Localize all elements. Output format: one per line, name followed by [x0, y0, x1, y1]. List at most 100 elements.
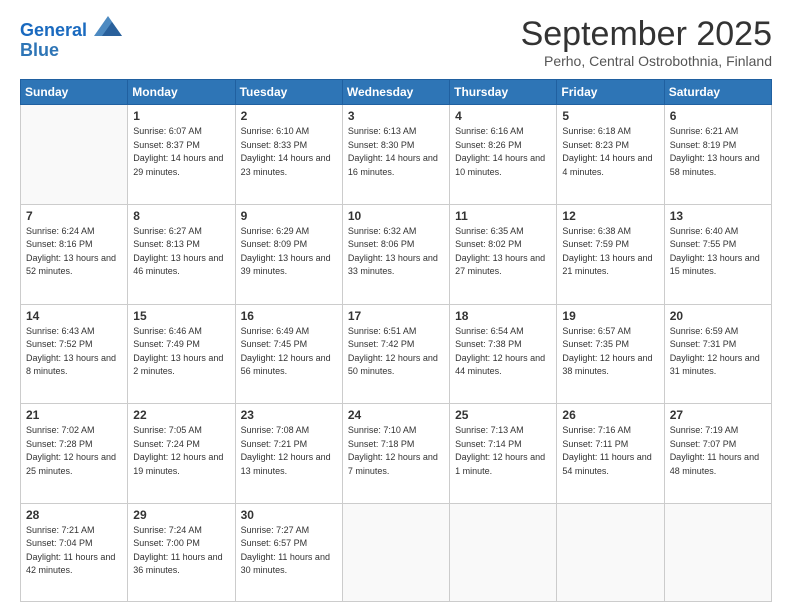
day-number: 28: [26, 508, 122, 522]
table-row: 14 Sunrise: 6:43 AM Sunset: 7:52 PM Dayli…: [21, 304, 128, 404]
logo-text: General: [20, 20, 122, 41]
table-row: 13 Sunrise: 6:40 AM Sunset: 7:55 PM Dayli…: [664, 204, 771, 304]
table-row: 20 Sunrise: 6:59 AM Sunset: 7:31 PM Dayli…: [664, 304, 771, 404]
table-row: 16 Sunrise: 6:49 AM Sunset: 7:45 PM Dayli…: [235, 304, 342, 404]
table-row: 4 Sunrise: 6:16 AM Sunset: 8:26 PM Daylig…: [450, 105, 557, 205]
day-info: Sunrise: 6:51 AM Sunset: 7:42 PM Dayligh…: [348, 325, 444, 379]
table-row: 8 Sunrise: 6:27 AM Sunset: 8:13 PM Daylig…: [128, 204, 235, 304]
logo-icon: [94, 16, 122, 36]
day-info: Sunrise: 7:05 AM Sunset: 7:24 PM Dayligh…: [133, 424, 229, 478]
table-row: 10 Sunrise: 6:32 AM Sunset: 8:06 PM Dayli…: [342, 204, 449, 304]
day-number: 21: [26, 408, 122, 422]
day-info: Sunrise: 6:59 AM Sunset: 7:31 PM Dayligh…: [670, 325, 766, 379]
table-row: 17 Sunrise: 6:51 AM Sunset: 7:42 PM Dayli…: [342, 304, 449, 404]
day-number: 16: [241, 309, 337, 323]
day-info: Sunrise: 6:18 AM Sunset: 8:23 PM Dayligh…: [562, 125, 658, 179]
day-info: Sunrise: 6:38 AM Sunset: 7:59 PM Dayligh…: [562, 225, 658, 279]
day-info: Sunrise: 6:16 AM Sunset: 8:26 PM Dayligh…: [455, 125, 551, 179]
table-row: 15Sunrise: 6:46 AM Sunset: 7:49 PM Dayli…: [128, 304, 235, 404]
day-number: 20: [670, 309, 766, 323]
day-info: Sunrise: 6:49 AM Sunset: 7:45 PM Dayligh…: [241, 325, 337, 379]
day-number: 4: [455, 109, 551, 123]
calendar-table: Sunday Monday Tuesday Wednesday Thursday…: [20, 79, 772, 602]
day-info: Sunrise: 6:27 AM Sunset: 8:13 PM Dayligh…: [133, 225, 229, 279]
col-tuesday: Tuesday: [235, 80, 342, 105]
day-number: 9: [241, 209, 337, 223]
table-row: 11 Sunrise: 6:35 AM Sunset: 8:02 PM Dayli…: [450, 204, 557, 304]
col-thursday: Thursday: [450, 80, 557, 105]
day-number: 29: [133, 508, 229, 522]
table-row: [21, 105, 128, 205]
table-row: [664, 503, 771, 601]
day-info: Sunrise: 6:29 AM Sunset: 8:09 PM Dayligh…: [241, 225, 337, 279]
table-row: 6 Sunrise: 6:21 AM Sunset: 8:19 PM Daylig…: [664, 105, 771, 205]
table-row: 21 Sunrise: 7:02 AM Sunset: 7:28 PM Dayli…: [21, 404, 128, 504]
col-monday: Monday: [128, 80, 235, 105]
table-row: 12 Sunrise: 6:38 AM Sunset: 7:59 PM Dayli…: [557, 204, 664, 304]
day-number: 13: [670, 209, 766, 223]
table-row: 28 Sunrise: 7:21 AM Sunset: 7:04 PM Dayli…: [21, 503, 128, 601]
day-info: Sunrise: 7:13 AM Sunset: 7:14 PM Dayligh…: [455, 424, 551, 478]
day-number: 2: [241, 109, 337, 123]
table-row: 30 Sunrise: 7:27 AM Sunset: 6:57 PM Dayli…: [235, 503, 342, 601]
table-row: [342, 503, 449, 601]
day-number: 12: [562, 209, 658, 223]
day-number: 27: [670, 408, 766, 422]
month-title: September 2025: [521, 16, 772, 53]
table-row: [557, 503, 664, 601]
day-info: Sunrise: 7:16 AM Sunset: 7:11 PM Dayligh…: [562, 424, 658, 478]
day-number: 6: [670, 109, 766, 123]
header: General Blue September 2025 Perho, Centr…: [20, 16, 772, 69]
day-info: Sunrise: 6:57 AM Sunset: 7:35 PM Dayligh…: [562, 325, 658, 379]
day-number: 10: [348, 209, 444, 223]
subtitle: Perho, Central Ostrobothnia, Finland: [521, 53, 772, 69]
col-sunday: Sunday: [21, 80, 128, 105]
day-number: 26: [562, 408, 658, 422]
table-row: 19 Sunrise: 6:57 AM Sunset: 7:35 PM Dayli…: [557, 304, 664, 404]
day-number: 18: [455, 309, 551, 323]
day-info: Sunrise: 7:21 AM Sunset: 7:04 PM Dayligh…: [26, 524, 122, 578]
table-row: [450, 503, 557, 601]
page: General Blue September 2025 Perho, Centr…: [0, 0, 792, 612]
logo: General Blue: [20, 20, 122, 61]
day-info: Sunrise: 6:21 AM Sunset: 8:19 PM Dayligh…: [670, 125, 766, 179]
table-row: 2Sunrise: 6:10 AM Sunset: 8:33 PM Daylig…: [235, 105, 342, 205]
day-info: Sunrise: 7:08 AM Sunset: 7:21 PM Dayligh…: [241, 424, 337, 478]
col-saturday: Saturday: [664, 80, 771, 105]
table-row: 26 Sunrise: 7:16 AM Sunset: 7:11 PM Dayli…: [557, 404, 664, 504]
table-row: 7 Sunrise: 6:24 AM Sunset: 8:16 PM Daylig…: [21, 204, 128, 304]
table-row: 27Sunrise: 7:19 AM Sunset: 7:07 PM Dayli…: [664, 404, 771, 504]
day-info: Sunrise: 6:35 AM Sunset: 8:02 PM Dayligh…: [455, 225, 551, 279]
day-number: 23: [241, 408, 337, 422]
day-info: Sunrise: 6:40 AM Sunset: 7:55 PM Dayligh…: [670, 225, 766, 279]
day-info: Sunrise: 6:24 AM Sunset: 8:16 PM Dayligh…: [26, 225, 122, 279]
logo-line2: Blue: [20, 41, 122, 61]
day-info: Sunrise: 6:07 AM Sunset: 8:37 PM Dayligh…: [133, 125, 229, 179]
day-info: Sunrise: 6:32 AM Sunset: 8:06 PM Dayligh…: [348, 225, 444, 279]
day-number: 3: [348, 109, 444, 123]
table-row: 1 Sunrise: 6:07 AM Sunset: 8:37 PM Daylig…: [128, 105, 235, 205]
day-info: Sunrise: 7:02 AM Sunset: 7:28 PM Dayligh…: [26, 424, 122, 478]
table-row: 3 Sunrise: 6:13 AM Sunset: 8:30 PM Daylig…: [342, 105, 449, 205]
table-row: 9 Sunrise: 6:29 AM Sunset: 8:09 PM Daylig…: [235, 204, 342, 304]
table-row: 5Sunrise: 6:18 AM Sunset: 8:23 PM Daylig…: [557, 105, 664, 205]
day-number: 7: [26, 209, 122, 223]
day-info: Sunrise: 7:27 AM Sunset: 6:57 PM Dayligh…: [241, 524, 337, 578]
day-info: Sunrise: 6:46 AM Sunset: 7:49 PM Dayligh…: [133, 325, 229, 379]
table-row: 24Sunrise: 7:10 AM Sunset: 7:18 PM Dayli…: [342, 404, 449, 504]
table-row: 18 Sunrise: 6:54 AM Sunset: 7:38 PM Dayli…: [450, 304, 557, 404]
table-row: 25Sunrise: 7:13 AM Sunset: 7:14 PM Dayli…: [450, 404, 557, 504]
logo-line1: General: [20, 20, 87, 40]
table-row: 23 Sunrise: 7:08 AM Sunset: 7:21 PM Dayli…: [235, 404, 342, 504]
day-number: 8: [133, 209, 229, 223]
day-info: Sunrise: 6:43 AM Sunset: 7:52 PM Dayligh…: [26, 325, 122, 379]
day-number: 30: [241, 508, 337, 522]
day-number: 17: [348, 309, 444, 323]
day-number: 14: [26, 309, 122, 323]
day-number: 1: [133, 109, 229, 123]
day-number: 11: [455, 209, 551, 223]
day-info: Sunrise: 6:13 AM Sunset: 8:30 PM Dayligh…: [348, 125, 444, 179]
day-info: Sunrise: 6:54 AM Sunset: 7:38 PM Dayligh…: [455, 325, 551, 379]
day-number: 19: [562, 309, 658, 323]
day-info: Sunrise: 7:10 AM Sunset: 7:18 PM Dayligh…: [348, 424, 444, 478]
